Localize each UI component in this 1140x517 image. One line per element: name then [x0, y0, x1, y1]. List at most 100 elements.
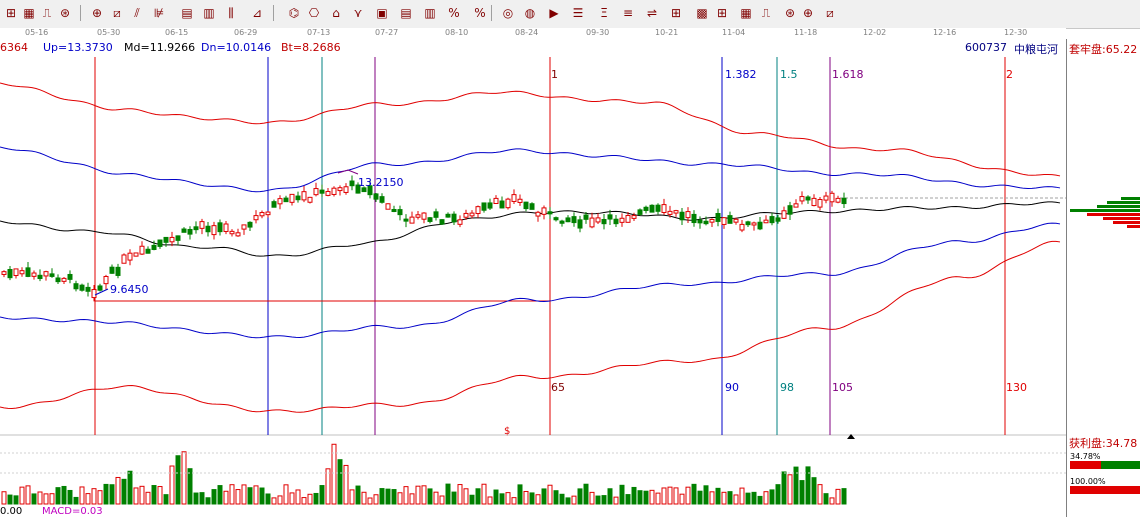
volume-bar — [463, 488, 469, 505]
volume-bar — [799, 480, 805, 505]
price-icon[interactable]: Ξ — [595, 4, 613, 22]
volume-bar — [691, 483, 697, 505]
volume-bar — [649, 489, 655, 505]
ruler-icon[interactable]: ▥ — [421, 4, 439, 22]
volume-bar — [1, 491, 7, 505]
grid-box-icon[interactable]: ▤ — [178, 4, 196, 22]
coin-box-icon[interactable]: ◍ — [521, 4, 539, 22]
diagonal-icon[interactable]: ⧄ — [821, 4, 839, 22]
candle-body — [691, 213, 697, 224]
low-price-label: 9.6450 — [110, 283, 149, 296]
date-label: 12-02 — [863, 28, 887, 37]
candle-body — [271, 201, 277, 208]
candle-body — [73, 283, 79, 290]
candle-body — [265, 211, 271, 216]
coin-icon[interactable]: ◎ — [499, 4, 517, 22]
candle-body — [109, 266, 115, 274]
candle-body — [229, 230, 235, 235]
candle-body — [451, 213, 457, 223]
candle-body — [319, 189, 325, 194]
gann-fan-icon[interactable]: ⊛ — [781, 4, 799, 22]
price-box-icon[interactable]: ▩ — [693, 4, 711, 22]
volume-bar — [109, 484, 115, 505]
candle-body — [739, 223, 745, 231]
gann-square-icon[interactable]: ⊕ — [88, 4, 106, 22]
volume-bar — [577, 488, 583, 505]
volume-bar — [631, 486, 637, 505]
candle-body — [415, 214, 421, 218]
high-price-label: 13.2150 — [358, 176, 404, 189]
volume-bar — [727, 491, 733, 505]
volume-bar — [637, 490, 643, 505]
volume-bar — [613, 496, 619, 505]
wave-icon[interactable]: ⋎ — [349, 4, 367, 22]
stack-icon[interactable]: ☰ — [569, 4, 587, 22]
gann-fan-icon[interactable]: ⊛ — [56, 4, 74, 22]
divider-icon[interactable]: ▥ — [200, 4, 218, 22]
drawing-toolbar: ⊞ ▦ ⎍ ⊛ ⊕ ⧄ ⫽ ⊯ ▤ ▥ ⫼ ⊿ ⌬ ⎔ ⌂ ⋎ ▣ ▤ ▥%% ◎ ◍ ▶ ☰ Ξ ≡ ⇌ ⊞ ▩ ⊞ ▦ ⎍ ⊛ ⊕ ⧄ — [0, 0, 1140, 29]
candle-body — [397, 209, 403, 216]
elliott-icon[interactable]: ⎔ — [305, 4, 323, 22]
price-grid-icon[interactable]: ⊞ — [667, 4, 685, 22]
period-icon[interactable]: ⊞ — [2, 4, 20, 22]
date-label: 09-30 — [586, 28, 610, 37]
period-icon[interactable]: ⊞ — [713, 4, 731, 22]
volume-bar — [139, 485, 145, 505]
candle-body — [205, 225, 211, 233]
volume-bar — [211, 489, 217, 505]
candle-body — [31, 272, 37, 277]
candle-body — [421, 212, 427, 220]
box-grid-icon[interactable]: ▤ — [397, 4, 415, 22]
volume-bar — [787, 474, 793, 505]
price-step-icon[interactable]: ⇌ — [643, 4, 661, 22]
volume-bar — [277, 495, 283, 505]
percent-icon[interactable]: % — [445, 4, 463, 22]
date-label: 05-16 — [25, 28, 49, 37]
candle-body — [217, 222, 223, 233]
candle-body — [631, 215, 637, 219]
indicator-info-bar: 6364 Up=13.3730 Md=11.9266 Dn=10.0146 Bt… — [0, 41, 1066, 56]
text-icon[interactable]: ⫼ — [222, 4, 240, 22]
volume-bar — [427, 488, 433, 505]
volume-bar — [67, 489, 73, 505]
volume-bar — [589, 491, 595, 505]
candle-body — [235, 232, 241, 237]
volume-bar — [643, 490, 649, 505]
gann-grid-icon[interactable]: ⌂ — [327, 4, 345, 22]
volume-bar — [43, 493, 49, 505]
diagonal-icon[interactable]: ⧄ — [108, 4, 126, 22]
volume-bar — [181, 451, 187, 505]
volume-bar — [517, 484, 523, 505]
volume-bar — [13, 495, 19, 505]
grid-icon[interactable]: ▦ — [20, 4, 38, 22]
candle-body — [181, 228, 187, 233]
gann-square-icon[interactable]: ⊕ — [799, 4, 817, 22]
candle-body — [43, 271, 49, 277]
percent-box-icon[interactable]: % — [471, 4, 489, 22]
draw-icon[interactable]: ⎍ — [38, 4, 56, 22]
volume-bar — [541, 488, 547, 505]
volume-bar — [115, 476, 121, 505]
candle-body — [781, 210, 787, 219]
fibonacci-fan-icon[interactable]: ⊿ — [248, 4, 266, 22]
price-line-icon[interactable]: ≡ — [619, 4, 637, 22]
draw-icon[interactable]: ⎍ — [757, 4, 775, 22]
candle-body — [751, 222, 757, 226]
date-label: 05-30 — [97, 28, 121, 37]
grid-icon[interactable]: ▦ — [737, 4, 755, 22]
volume-bar — [823, 493, 829, 505]
price-chart[interactable]: 13.2150 9.6450 1 1.382 1.5 1.618 2 65 90 98 105 130… — [0, 55, 1066, 506]
volume-bar — [547, 484, 553, 505]
volume-bar — [487, 496, 493, 505]
candle-body — [115, 266, 121, 276]
candle-body — [793, 203, 799, 208]
candle-body — [547, 211, 553, 215]
candle-body — [829, 192, 835, 203]
arrow-icon[interactable]: ▶ — [545, 4, 563, 22]
box-icon[interactable]: ▣ — [373, 4, 391, 22]
fibonacci-ratio-label: 1.382 — [725, 68, 757, 81]
parallel-line-icon[interactable]: ⫽ — [128, 4, 146, 22]
volume-bar — [811, 477, 817, 505]
pattern-icon[interactable]: ⌬ — [285, 4, 303, 22]
channel-icon[interactable]: ⊯ — [150, 4, 168, 22]
